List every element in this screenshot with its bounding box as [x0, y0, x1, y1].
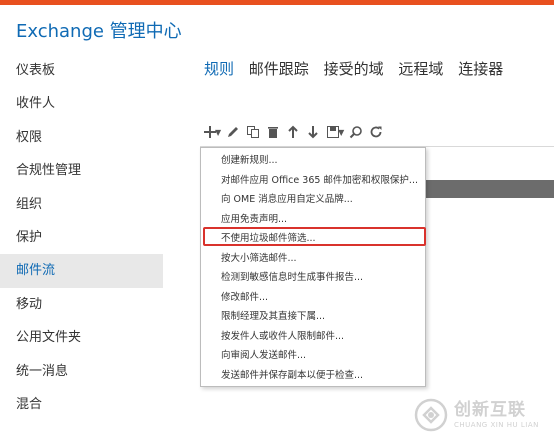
sidebar-item-unified-messaging[interactable]: 统一消息	[0, 355, 163, 388]
sidebar-item-organization[interactable]: 组织	[0, 188, 163, 221]
tab-accepted-domains[interactable]: 接受的域	[324, 60, 384, 78]
tab-connectors[interactable]: 连接器	[458, 60, 503, 78]
move-down-icon[interactable]	[303, 123, 323, 141]
tab-message-trace[interactable]: 邮件跟踪	[249, 60, 309, 78]
sidebar-item-dashboard[interactable]: 仪表板	[0, 54, 163, 87]
sidebar-item-recipients[interactable]: 收件人	[0, 87, 163, 120]
chevron-down-icon[interactable]: ▼	[338, 128, 344, 137]
rules-table-header	[420, 180, 554, 198]
menu-item-send-to-moderator[interactable]: 向审阅人发送邮件...	[201, 346, 425, 366]
menu-item-send-and-copy[interactable]: 发送邮件并保存副本以便于检查...	[201, 366, 425, 386]
sidebar-item-mail-flow[interactable]: 邮件流	[0, 254, 163, 288]
menu-item-restrict-sender-recipient[interactable]: 按发件人或收件人限制邮件...	[201, 327, 425, 347]
top-accent-bar	[0, 0, 554, 5]
search-icon[interactable]	[346, 123, 366, 141]
sidebar-item-permissions[interactable]: 权限	[0, 121, 163, 154]
tab-bar: 规则 邮件跟踪 接受的域 远程域 连接器	[204, 58, 513, 79]
tab-remote-domains[interactable]: 远程域	[398, 60, 443, 78]
watermark-subtext: CHUANG XIN HU LIAN	[454, 420, 539, 429]
menu-item-ome-branding[interactable]: 向 OME 消息应用自定义品牌...	[201, 190, 425, 210]
tab-rules[interactable]: 规则	[204, 60, 234, 78]
sidebar-item-public-folders[interactable]: 公用文件夹	[0, 321, 163, 354]
menu-item-modify-message[interactable]: 修改邮件...	[201, 288, 425, 308]
sidebar: 仪表板 收件人 权限 合规性管理 组织 保护 邮件流 移动 公用文件夹 统一消息…	[0, 54, 163, 421]
sidebar-item-protection[interactable]: 保护	[0, 221, 163, 254]
menu-item-create-rule[interactable]: 创建新规则...	[201, 151, 425, 171]
toolbar: ▼ ▼	[200, 123, 386, 141]
menu-item-filter-by-size[interactable]: 按大小筛选邮件...	[201, 249, 425, 269]
watermark-logo-icon	[414, 398, 448, 432]
watermark: 创新互联 CHUANG XIN HU LIAN	[414, 392, 554, 438]
menu-item-office365-encryption[interactable]: 对邮件应用 Office 365 邮件加密和权限保护...	[201, 171, 425, 191]
move-up-icon[interactable]	[283, 123, 303, 141]
watermark-text: 创新互联	[454, 399, 526, 420]
delete-icon[interactable]	[263, 123, 283, 141]
menu-item-restrict-managers[interactable]: 限制经理及其直接下属...	[201, 307, 425, 327]
app-title: Exchange 管理中心	[16, 21, 182, 42]
sidebar-item-hybrid[interactable]: 混合	[0, 388, 163, 421]
menu-item-incident-report[interactable]: 检测到敏感信息时生成事件报告...	[201, 268, 425, 288]
sidebar-item-compliance[interactable]: 合规性管理	[0, 154, 163, 187]
highlight-annotation	[203, 227, 426, 246]
copy-icon[interactable]	[243, 123, 263, 141]
edit-icon[interactable]	[223, 123, 243, 141]
refresh-icon[interactable]	[366, 123, 386, 141]
new-rule-dropdown-menu: 创建新规则... 对邮件应用 Office 365 邮件加密和权限保护... 向…	[200, 147, 426, 387]
chevron-down-icon[interactable]: ▼	[215, 128, 221, 137]
sidebar-item-mobile[interactable]: 移动	[0, 288, 163, 321]
